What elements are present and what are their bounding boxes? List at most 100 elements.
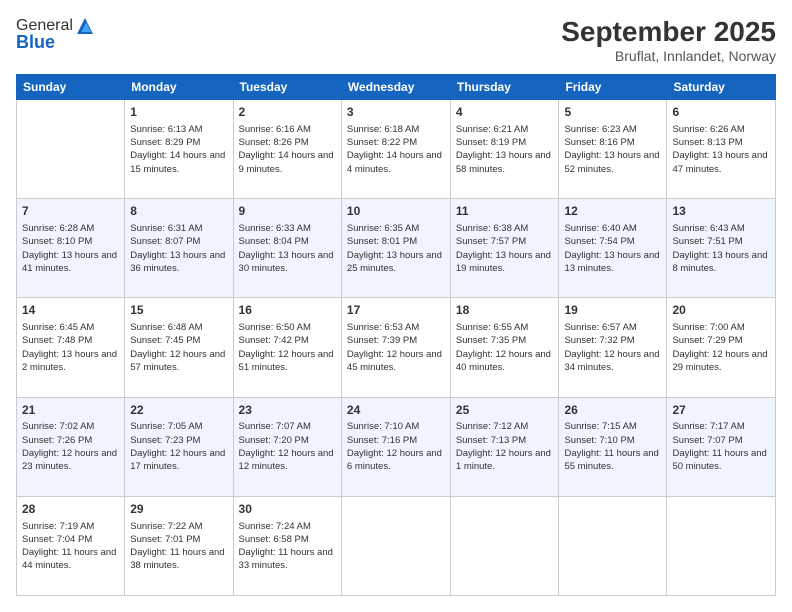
day-number: 25 bbox=[456, 402, 554, 419]
calendar-row-0: 1Sunrise: 6:13 AMSunset: 8:29 PMDaylight… bbox=[17, 100, 776, 199]
day-info: Sunrise: 6:38 AMSunset: 7:57 PMDaylight:… bbox=[456, 222, 554, 275]
calendar-cell bbox=[17, 100, 125, 199]
daylight-text: Daylight: 11 hours and 33 minutes. bbox=[239, 546, 336, 573]
sunrise-text: Sunrise: 6:57 AM bbox=[564, 321, 661, 334]
daylight-text: Daylight: 11 hours and 38 minutes. bbox=[130, 546, 227, 573]
day-info: Sunrise: 6:13 AMSunset: 8:29 PMDaylight:… bbox=[130, 123, 227, 176]
sunrise-text: Sunrise: 7:02 AM bbox=[22, 420, 119, 433]
day-number: 28 bbox=[22, 501, 119, 518]
sunset-text: Sunset: 8:01 PM bbox=[347, 235, 445, 248]
sunset-text: Sunset: 7:57 PM bbox=[456, 235, 554, 248]
calendar-cell: 29Sunrise: 7:22 AMSunset: 7:01 PMDayligh… bbox=[125, 496, 233, 595]
calendar-row-4: 28Sunrise: 7:19 AMSunset: 7:04 PMDayligh… bbox=[17, 496, 776, 595]
day-info: Sunrise: 7:17 AMSunset: 7:07 PMDaylight:… bbox=[672, 420, 770, 473]
day-info: Sunrise: 6:16 AMSunset: 8:26 PMDaylight:… bbox=[239, 123, 336, 176]
daylight-text: Daylight: 12 hours and 40 minutes. bbox=[456, 348, 554, 375]
calendar-row-1: 7 Sunrise: 6:28 AMSunset: 8:10 PMDaylight… bbox=[17, 199, 776, 298]
day-info: Sunrise: 6:26 AMSunset: 8:13 PMDaylight:… bbox=[672, 123, 770, 176]
sunrise-text: Sunrise: 6:43 AM bbox=[672, 222, 770, 235]
day-number: 26 bbox=[564, 402, 661, 419]
sunrise-text: Sunrise: 7:10 AM bbox=[347, 420, 445, 433]
daylight-text: Daylight: 13 hours and 30 minutes. bbox=[239, 249, 336, 276]
header-row: Sunday Monday Tuesday Wednesday Thursday… bbox=[17, 75, 776, 100]
daylight-text: Daylight: 14 hours and 9 minutes. bbox=[239, 149, 336, 176]
day-number: 21 bbox=[22, 402, 119, 419]
logo: General Blue bbox=[16, 16, 95, 53]
calendar-cell: 17Sunrise: 6:53 AMSunset: 7:39 PMDayligh… bbox=[341, 298, 450, 397]
calendar-cell: 24Sunrise: 7:10 AMSunset: 7:16 PMDayligh… bbox=[341, 397, 450, 496]
sunset-text: Sunset: 7:39 PM bbox=[347, 334, 445, 347]
day-info: Sunrise: 7:02 AMSunset: 7:26 PMDaylight:… bbox=[22, 420, 119, 473]
sunrise-text: Sunrise: 6:55 AM bbox=[456, 321, 554, 334]
day-info: Sunrise: 7:12 AMSunset: 7:13 PMDaylight:… bbox=[456, 420, 554, 473]
sunset-text: Sunset: 8:26 PM bbox=[239, 136, 336, 149]
daylight-text: Daylight: 11 hours and 44 minutes. bbox=[22, 546, 119, 573]
calendar-table: Sunday Monday Tuesday Wednesday Thursday… bbox=[16, 74, 776, 596]
calendar-cell: 22Sunrise: 7:05 AMSunset: 7:23 PMDayligh… bbox=[125, 397, 233, 496]
sunrise-text: Sunrise: 6:26 AM bbox=[672, 123, 770, 136]
day-number: 5 bbox=[564, 104, 661, 121]
sunrise-text: Sunrise: 7:24 AM bbox=[239, 520, 336, 533]
calendar-cell: 11 Sunrise: 6:38 AMSunset: 7:57 PMDayligh… bbox=[450, 199, 559, 298]
calendar-row-2: 14Sunrise: 6:45 AMSunset: 7:48 PMDayligh… bbox=[17, 298, 776, 397]
sunset-text: Sunset: 7:10 PM bbox=[564, 434, 661, 447]
daylight-text: Daylight: 14 hours and 15 minutes. bbox=[130, 149, 227, 176]
sunset-text: Sunset: 7:26 PM bbox=[22, 434, 119, 447]
day-number: 11 bbox=[456, 203, 554, 220]
sunrise-text: Sunrise: 6:13 AM bbox=[130, 123, 227, 136]
day-number: 7 bbox=[22, 203, 119, 220]
sunrise-text: Sunrise: 7:12 AM bbox=[456, 420, 554, 433]
day-number: 1 bbox=[130, 104, 227, 121]
sunrise-text: Sunrise: 6:48 AM bbox=[130, 321, 227, 334]
calendar-cell: 7 Sunrise: 6:28 AMSunset: 8:10 PMDaylight… bbox=[17, 199, 125, 298]
day-info: Sunrise: 7:00 AMSunset: 7:29 PMDaylight:… bbox=[672, 321, 770, 374]
daylight-text: Daylight: 12 hours and 29 minutes. bbox=[672, 348, 770, 375]
day-number: 9 bbox=[239, 203, 336, 220]
col-tuesday: Tuesday bbox=[233, 75, 341, 100]
day-number: 16 bbox=[239, 302, 336, 319]
day-number: 10 bbox=[347, 203, 445, 220]
day-number: 27 bbox=[672, 402, 770, 419]
day-info: Sunrise: 6:21 AMSunset: 8:19 PMDaylight:… bbox=[456, 123, 554, 176]
sunrise-text: Sunrise: 6:31 AM bbox=[130, 222, 227, 235]
calendar-cell: 12Sunrise: 6:40 AMSunset: 7:54 PMDayligh… bbox=[559, 199, 667, 298]
day-number: 17 bbox=[347, 302, 445, 319]
calendar-cell bbox=[450, 496, 559, 595]
sunset-text: Sunset: 7:45 PM bbox=[130, 334, 227, 347]
calendar-cell bbox=[341, 496, 450, 595]
daylight-text: Daylight: 13 hours and 36 minutes. bbox=[130, 249, 227, 276]
daylight-text: Daylight: 13 hours and 25 minutes. bbox=[347, 249, 445, 276]
header: General Blue September 2025 Bruflat, Inn… bbox=[16, 16, 776, 64]
day-info: Sunrise: 7:07 AMSunset: 7:20 PMDaylight:… bbox=[239, 420, 336, 473]
daylight-text: Daylight: 13 hours and 41 minutes. bbox=[22, 249, 119, 276]
calendar-cell: 16 Sunrise: 6:50 AMSunset: 7:42 PMDayligh… bbox=[233, 298, 341, 397]
day-number: 23 bbox=[239, 402, 336, 419]
col-wednesday: Wednesday bbox=[341, 75, 450, 100]
sunset-text: Sunset: 7:23 PM bbox=[130, 434, 227, 447]
daylight-text: Daylight: 13 hours and 13 minutes. bbox=[564, 249, 661, 276]
sunset-text: Sunset: 8:29 PM bbox=[130, 136, 227, 149]
day-info: Sunrise: 6:50 AMSunset: 7:42 PMDaylight:… bbox=[239, 321, 336, 374]
page: General Blue September 2025 Bruflat, Inn… bbox=[0, 0, 792, 612]
calendar-cell bbox=[559, 496, 667, 595]
sunrise-text: Sunrise: 6:38 AM bbox=[456, 222, 554, 235]
calendar-cell: 14Sunrise: 6:45 AMSunset: 7:48 PMDayligh… bbox=[17, 298, 125, 397]
day-number: 18 bbox=[456, 302, 554, 319]
day-info: Sunrise: 6:28 AMSunset: 8:10 PMDaylight:… bbox=[22, 222, 119, 275]
calendar-cell: 6Sunrise: 6:26 AMSunset: 8:13 PMDaylight… bbox=[667, 100, 776, 199]
sunset-text: Sunset: 7:07 PM bbox=[672, 434, 770, 447]
calendar-cell: 21Sunrise: 7:02 AMSunset: 7:26 PMDayligh… bbox=[17, 397, 125, 496]
sunset-text: Sunset: 7:04 PM bbox=[22, 533, 119, 546]
calendar-row-3: 21Sunrise: 7:02 AMSunset: 7:26 PMDayligh… bbox=[17, 397, 776, 496]
day-number: 8 bbox=[130, 203, 227, 220]
daylight-text: Daylight: 12 hours and 45 minutes. bbox=[347, 348, 445, 375]
sunrise-text: Sunrise: 7:15 AM bbox=[564, 420, 661, 433]
calendar-cell: 18Sunrise: 6:55 AMSunset: 7:35 PMDayligh… bbox=[450, 298, 559, 397]
sunrise-text: Sunrise: 7:22 AM bbox=[130, 520, 227, 533]
col-monday: Monday bbox=[125, 75, 233, 100]
sunrise-text: Sunrise: 6:33 AM bbox=[239, 222, 336, 235]
sunset-text: Sunset: 8:07 PM bbox=[130, 235, 227, 248]
calendar-cell: 3Sunrise: 6:18 AMSunset: 8:22 PMDaylight… bbox=[341, 100, 450, 199]
calendar-cell: 19Sunrise: 6:57 AMSunset: 7:32 PMDayligh… bbox=[559, 298, 667, 397]
day-info: Sunrise: 7:05 AMSunset: 7:23 PMDaylight:… bbox=[130, 420, 227, 473]
